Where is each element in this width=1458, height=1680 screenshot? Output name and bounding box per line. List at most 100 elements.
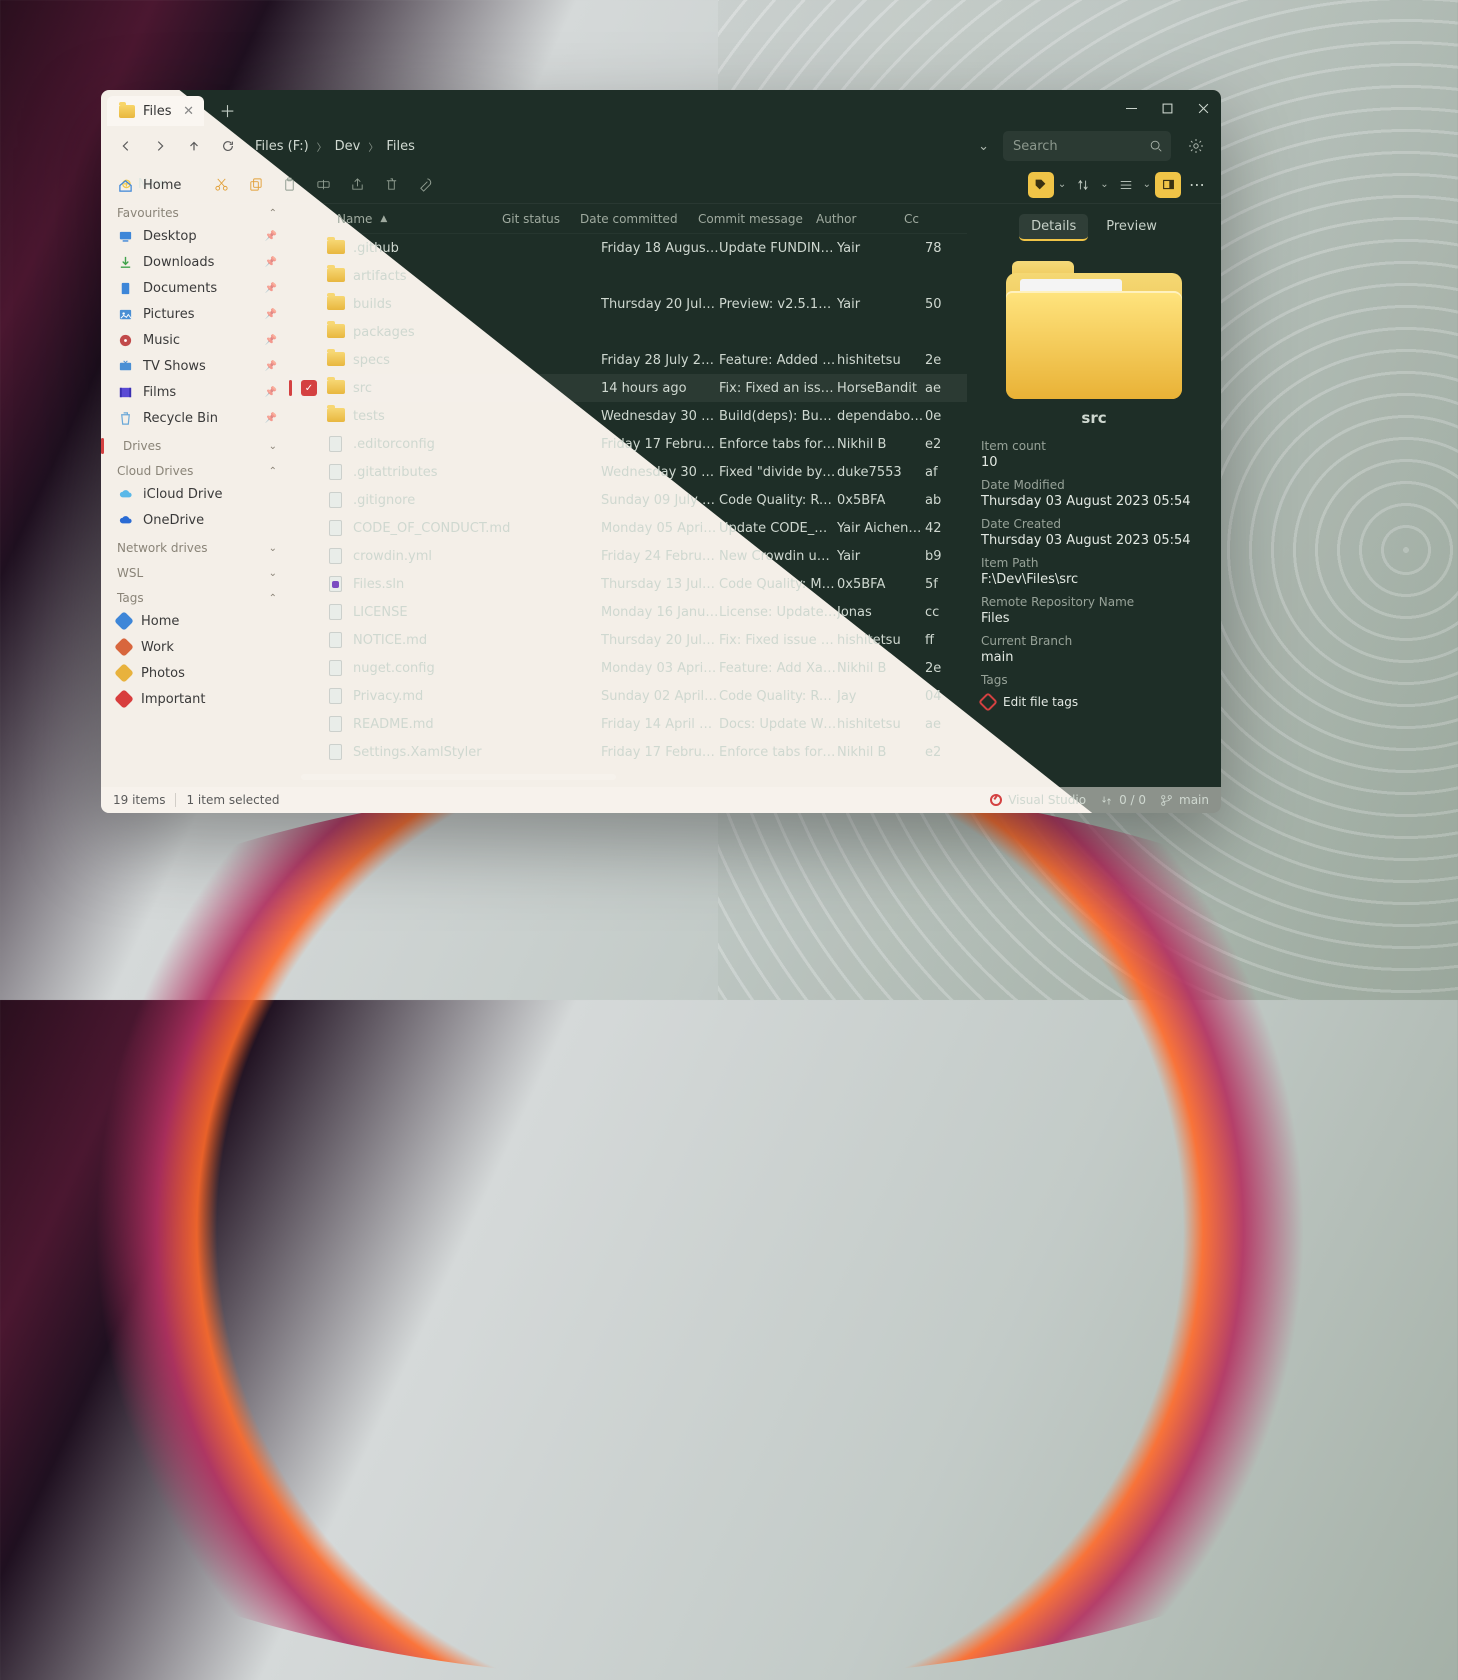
tab-close-button[interactable]: ✕ — [182, 104, 196, 118]
file-row[interactable]: ✓.editorconfigFriday 17 February 2023Enf… — [289, 430, 967, 458]
sidebar-tag-work[interactable]: Work — [111, 634, 283, 660]
pin-icon[interactable]: 📌 — [265, 257, 277, 268]
column-headers[interactable]: Name▲ Git status Date committed Commit m… — [289, 204, 967, 234]
layout-button[interactable] — [1113, 172, 1139, 198]
tag-filter-button[interactable] — [1028, 172, 1054, 198]
sidebar-header-wsl[interactable]: WSL⌄ — [111, 558, 283, 583]
file-row[interactable]: ✓packages — [289, 318, 967, 346]
sidebar-tag-photos[interactable]: Photos — [111, 660, 283, 686]
sidebar-item-onedrive[interactable]: OneDrive — [111, 507, 283, 533]
file-row[interactable]: ✓README.mdFriday 14 April 2023Docs: Upda… — [289, 710, 967, 738]
properties-button[interactable] — [411, 170, 441, 200]
sidebar-item-recycle-bin[interactable]: Recycle Bin📌 — [111, 405, 283, 431]
pin-icon[interactable]: 📌 — [265, 413, 277, 424]
crumb-root[interactable]: Files (F:) — [253, 137, 311, 156]
col-date[interactable]: Date committed — [580, 212, 698, 226]
sidebar-header-drives[interactable]: Drives⌄ — [111, 431, 283, 456]
file-row[interactable]: ✓buildsThursday 20 July 2023Preview: v2.… — [289, 290, 967, 318]
file-row[interactable]: ✓Files.slnThursday 13 July 2023Code Qual… — [289, 570, 967, 598]
file-row[interactable]: ✓CODE_OF_CONDUCT.mdMonday 05 April 2021U… — [289, 514, 967, 542]
date-committed: Wednesday 30 May 2018 — [601, 465, 719, 480]
file-row[interactable]: ✓Privacy.mdSunday 02 April 2023Code Qual… — [289, 682, 967, 710]
pin-icon[interactable]: 📌 — [265, 309, 277, 320]
sidebar-item-pictures[interactable]: Pictures📌 — [111, 301, 283, 327]
file-row[interactable]: ✓.githubFriday 18 August 2023Update FUND… — [289, 234, 967, 262]
file-name: crowdin.yml — [353, 549, 523, 564]
col-git[interactable]: Git status — [502, 212, 580, 226]
file-name: Files.sln — [353, 577, 523, 592]
settings-button[interactable] — [1181, 131, 1211, 161]
pin-icon[interactable]: 📌 — [265, 283, 277, 294]
file-row[interactable]: ✓.gitattributesWednesday 30 May 2018Fixe… — [289, 458, 967, 486]
new-tab-button[interactable]: ＋ — [214, 96, 242, 124]
file-row[interactable]: ✓.gitignoreSunday 09 July 2023Code Quali… — [289, 486, 967, 514]
row-checkbox[interactable]: ✓ — [301, 380, 317, 396]
preview-pane-button[interactable] — [1155, 172, 1181, 198]
delete-button[interactable] — [377, 170, 407, 200]
sidebar-home[interactable]: Home — [111, 172, 283, 198]
col-msg[interactable]: Commit message — [698, 212, 816, 226]
col-name[interactable]: Name — [337, 212, 372, 226]
scrollbar-thumb[interactable] — [301, 774, 616, 780]
tab-preview[interactable]: Preview — [1094, 214, 1169, 241]
file-row[interactable]: ✓artifacts — [289, 262, 967, 290]
sidebar-item-documents[interactable]: Documents📌 — [111, 275, 283, 301]
sidebar-item-downloads[interactable]: Downloads📌 — [111, 249, 283, 275]
sidebar-header-tags[interactable]: Tags⌃ — [111, 583, 283, 608]
refresh-button[interactable] — [213, 131, 243, 161]
search-icon[interactable] — [1149, 138, 1163, 157]
sidebar-header-favourites[interactable]: Favourites⌃ — [111, 198, 283, 223]
pin-icon[interactable]: 📌 — [265, 361, 277, 372]
up-button[interactable] — [179, 131, 209, 161]
edit-tags-button[interactable]: Edit file tags — [981, 695, 1207, 709]
sort-button[interactable] — [1070, 172, 1096, 198]
close-button[interactable] — [1185, 90, 1221, 126]
file-row[interactable]: ✓testsWednesday 30 August 2…Build(deps):… — [289, 402, 967, 430]
crumb-dev[interactable]: Dev — [333, 137, 363, 156]
sidebar-item-desktop[interactable]: Desktop📌 — [111, 223, 283, 249]
col-author[interactable]: Author — [816, 212, 904, 226]
git-sync-button[interactable]: 0 / 0 — [1100, 793, 1146, 807]
tab-files[interactable]: Files ✕ — [107, 96, 204, 126]
sidebar-item-tv-shows[interactable]: TV Shows📌 — [111, 353, 283, 379]
file-row[interactable]: ✓specsFriday 28 July 2023Feature: Added … — [289, 346, 967, 374]
search-box[interactable] — [1003, 131, 1171, 161]
chevron-down-icon[interactable]: ⌄ — [1143, 179, 1151, 190]
forward-button[interactable] — [145, 131, 175, 161]
back-button[interactable] — [111, 131, 141, 161]
share-button[interactable] — [343, 170, 373, 200]
sidebar-tag-home[interactable]: Home — [111, 608, 283, 634]
tab-details[interactable]: Details — [1019, 214, 1088, 241]
minimize-button[interactable] — [1113, 90, 1149, 126]
col-commit[interactable]: Cc — [904, 212, 957, 226]
search-input[interactable] — [1013, 139, 1141, 154]
git-branch-button[interactable]: main — [1160, 793, 1209, 807]
crumb-files[interactable]: Files — [384, 137, 417, 156]
file-row[interactable]: ✓crowdin.ymlFriday 24 February 2023New C… — [289, 542, 967, 570]
sidebar-item-films[interactable]: Films📌 — [111, 379, 283, 405]
rename-button[interactable] — [309, 170, 339, 200]
sidebar-tag-important[interactable]: Important — [111, 686, 283, 712]
horizontal-scrollbar[interactable] — [301, 774, 957, 780]
chevron-right-icon: 〉 — [368, 139, 378, 154]
breadcrumb[interactable]: Files (F:) 〉 Dev 〉 Files ⌄ — [253, 137, 999, 156]
file-row[interactable]: ✓Settings.XamlStylerFriday 17 February 2… — [289, 738, 967, 766]
pin-icon[interactable]: 📌 — [265, 231, 277, 242]
sidebar-header-cloud[interactable]: Cloud Drives⌃ — [111, 456, 283, 481]
maximize-button[interactable] — [1149, 90, 1185, 126]
commit-hash: cc — [925, 605, 957, 620]
pin-icon[interactable]: 📌 — [265, 335, 277, 346]
sidebar-item-music[interactable]: Music📌 — [111, 327, 283, 353]
file-row[interactable]: ✓LICENSEMonday 16 January 2023License: U… — [289, 598, 967, 626]
sidebar-header-network[interactable]: Network drives⌄ — [111, 533, 283, 558]
sidebar-item-icloud-drive[interactable]: iCloud Drive — [111, 481, 283, 507]
chevron-down-icon[interactable]: ⌄ — [1058, 179, 1066, 190]
pin-icon[interactable]: 📌 — [265, 387, 277, 398]
open-in-vs-button[interactable]: Visual Studio — [990, 793, 1086, 807]
file-row[interactable]: ✓NOTICE.mdThursday 20 July 2023Fix: Fixe… — [289, 626, 967, 654]
chevron-down-icon[interactable]: ⌄ — [1100, 179, 1108, 190]
file-row[interactable]: ✓src14 hours agoFix: Fixed an issue wher… — [289, 374, 967, 402]
more-button[interactable]: ⋯ — [1185, 172, 1211, 198]
breadcrumb-dropdown[interactable]: ⌄ — [978, 139, 989, 154]
file-row[interactable]: ✓nuget.configMonday 03 April 2023Feature… — [289, 654, 967, 682]
